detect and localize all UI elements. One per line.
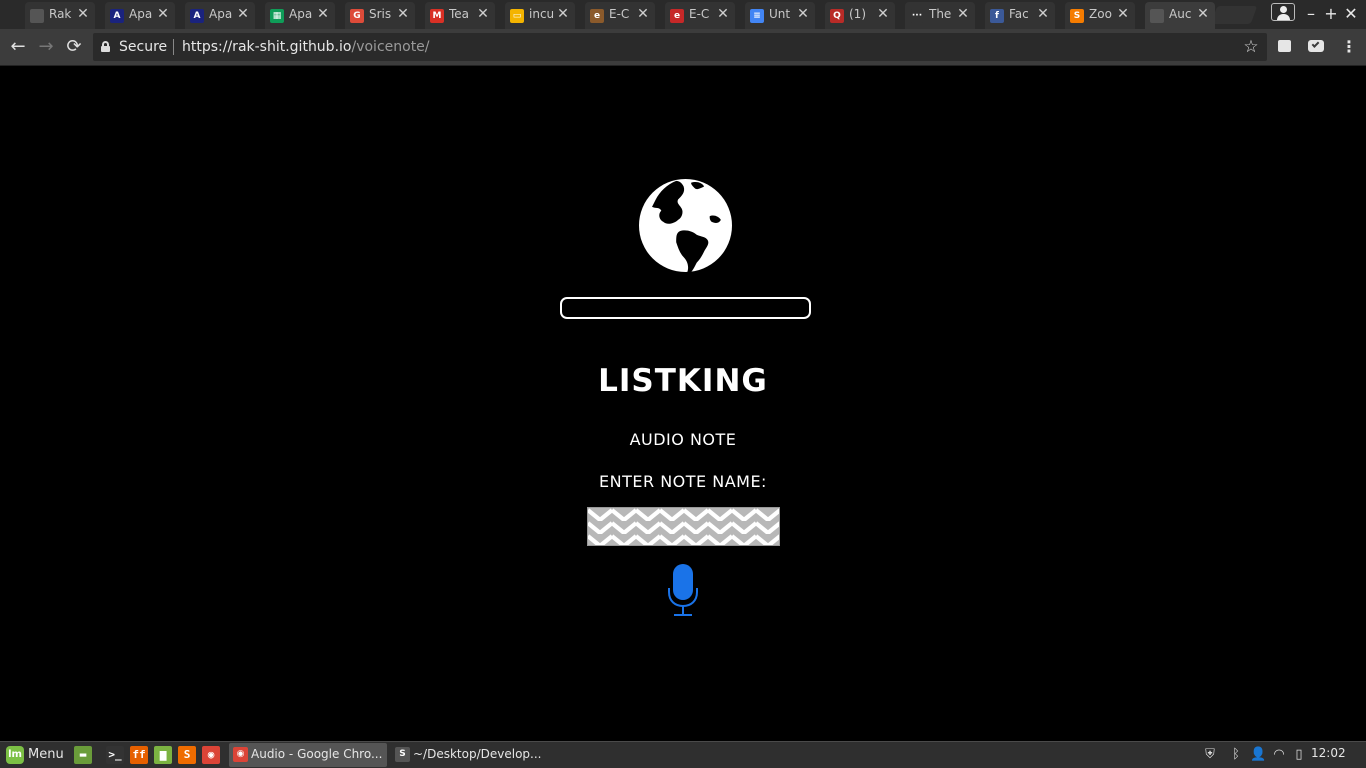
browser-tab[interactable]: A Apa ✕ [105,2,175,29]
sheets-icon: ▦ [270,9,284,23]
browser-tab[interactable]: Auc ✕ [1145,2,1215,29]
new-window-button[interactable]: + [1321,4,1341,24]
mint-logo-icon: lm [6,746,24,764]
page-content: LISTKING AUDIO NOTE ENTER NOTE NAME: [0,66,1366,741]
browser-tab[interactable]: A Apa ✕ [185,2,255,29]
reload-button[interactable]: ⟳ [63,36,85,58]
bluetooth-icon[interactable]: ᛒ [1228,747,1244,763]
files-icon[interactable]: ▆ [154,746,172,764]
omnibox-divider [173,39,174,55]
close-window-button[interactable]: ✕ [1341,4,1361,24]
tab-close-icon[interactable]: ✕ [235,6,251,22]
gplus-icon: G [350,9,364,23]
extension-check-icon[interactable] [1307,37,1325,55]
terminal-icon[interactable]: >_ [106,746,124,764]
browser-tab[interactable]: ▦ Apa ✕ [265,2,335,29]
tab-close-icon[interactable]: ✕ [155,6,171,22]
bookmark-star-icon[interactable]: ☆ [1241,37,1261,57]
gmail-icon: M [430,9,444,23]
doc-icon [1150,9,1164,23]
back-button[interactable]: ← [7,36,29,58]
tab-close-icon[interactable]: ✕ [1115,6,1131,22]
quora-icon: Q [830,9,844,23]
taskbar-window-label: Audio - Google Chro... [251,747,383,761]
tab-close-icon[interactable]: ✕ [1035,6,1051,22]
ecommerce-icon: e [670,9,684,23]
globe-icon [639,179,732,272]
docs-icon: ≡ [750,9,764,23]
url-host: https://rak-shit.github.io [182,39,352,55]
browser-tab[interactable]: f Fac ✕ [985,2,1055,29]
taskbar-window-label: ~/Desktop/Develop... [413,747,542,761]
sublime-icon: S [395,747,410,762]
tab-close-icon[interactable]: ✕ [315,6,331,22]
apache-icon: A [190,9,204,23]
tab-close-icon[interactable]: ✕ [555,6,571,22]
apache-icon: A [110,9,124,23]
minimize-button[interactable]: – [1301,4,1321,24]
taskbar-window-button[interactable]: S ~/Desktop/Develop... [391,743,551,767]
tab-close-icon[interactable]: ✕ [75,6,91,22]
tab-close-icon[interactable]: ✕ [715,6,731,22]
tab-close-icon[interactable]: ✕ [955,6,971,22]
tab-close-icon[interactable]: ✕ [395,6,411,22]
doc-icon [30,9,44,23]
tab-close-icon[interactable]: ✕ [875,6,891,22]
shield-icon[interactable]: ⛨ [1202,747,1218,763]
ecommerce-icon: e [590,9,604,23]
start-menu-button[interactable]: lm Menu [2,743,68,767]
browser-tab[interactable]: M Tea ✕ [425,2,495,29]
sublime-icon[interactable]: S [178,746,196,764]
new-tab-button[interactable] [1210,6,1258,24]
show-desktop-icon[interactable]: ▬ [74,746,92,764]
facebook-icon: f [990,9,1004,23]
address-bar[interactable]: Secure https://rak-shit.github.io/voicen… [93,33,1267,61]
taskbar-window-button[interactable]: ◉ Audio - Google Chro... [229,743,387,767]
browser-tab[interactable]: ▭ incu ✕ [505,2,575,29]
profile-icon[interactable] [1271,3,1295,21]
browser-toolbar: ← → ⟳ Secure https://rak-shit.github.io/… [0,29,1366,66]
tab-close-icon[interactable]: ✕ [795,6,811,22]
taskbar: lm Menu 12:02 ▬ >_ ff ▆ S ◉ ◉ Audio - Google Ch… [0,741,1366,768]
lock-icon [101,41,110,52]
tab-close-icon[interactable]: ✕ [475,6,491,22]
browser-tab[interactable]: e E-C ✕ [585,2,655,29]
clock[interactable]: 12:02 [1311,746,1346,760]
url-text[interactable]: https://rak-shit.github.io/voicenote/ [182,39,430,55]
browser-tab[interactable]: S Zoo ✕ [1065,2,1135,29]
wifi-icon[interactable]: ◠ [1271,747,1287,763]
browser-tab[interactable]: ≡ Unt ✕ [745,2,815,29]
note-name-display [560,297,811,319]
battery-icon[interactable]: ▯ [1291,747,1307,763]
tab-strip: – + ✕ Rak ✕ A Apa ✕ A Apa ✕ ▦ Apa ✕ G Sris ✕ M Tea ✕ ▭ inc… [0,0,1366,29]
page-subtitle: AUDIO NOTE [629,430,737,449]
url-path: /voicenote/ [351,39,430,55]
sublime-icon: S [1070,9,1084,23]
microphone-icon[interactable] [667,564,699,618]
start-menu-label: Menu [28,747,64,762]
forward-button[interactable]: → [35,36,57,58]
browser-tab[interactable]: Rak ✕ [25,2,95,29]
extension-icon[interactable] [1276,37,1294,55]
browser-tab[interactable]: Q (1) ✕ [825,2,895,29]
browser-tab[interactable]: G Sris ✕ [345,2,415,29]
secure-label: Secure [119,39,168,55]
note-name-label: ENTER NOTE NAME: [599,472,767,491]
browser-tab[interactable]: ··· The ✕ [905,2,975,29]
chrome-menu-icon[interactable]: ⋮ [1340,37,1358,57]
dots-icon: ··· [910,9,924,23]
tab-close-icon[interactable]: ✕ [635,6,651,22]
browser-tab[interactable]: e E-C ✕ [665,2,735,29]
page-title: LISTKING [598,363,768,399]
chrome-icon[interactable]: ◉ [202,746,220,764]
firefox-icon[interactable]: ff [130,746,148,764]
user-icon[interactable]: 👤 [1250,747,1266,763]
tab-close-icon[interactable]: ✕ [1195,6,1211,22]
note-name-input[interactable] [587,507,780,546]
chrome-icon: ◉ [233,747,248,762]
slides-icon: ▭ [510,9,524,23]
